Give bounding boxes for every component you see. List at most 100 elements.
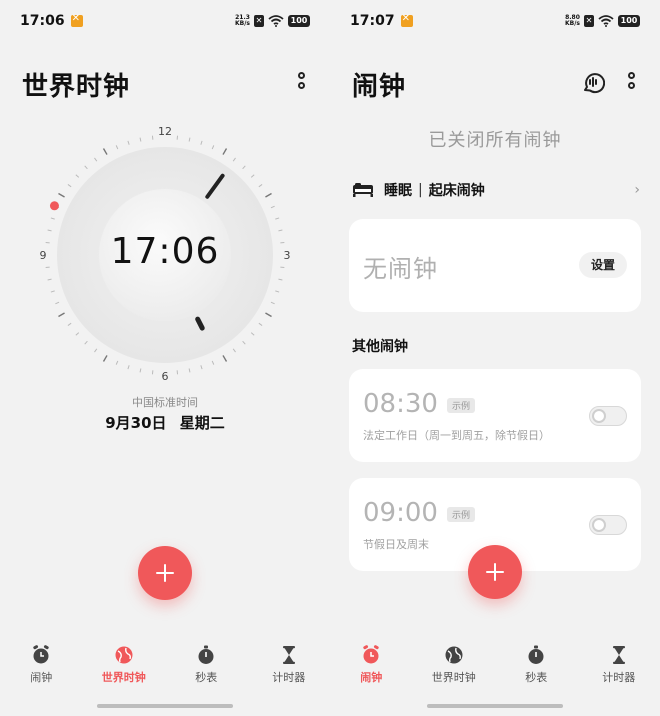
clock-tick [55,301,60,305]
set-alarm-button[interactable]: 设置 [579,252,627,278]
sample-tag: 示例 [447,507,476,522]
tab-stopwatch[interactable]: 秒表 [495,644,578,694]
tab-alarm[interactable]: 闹钟 [0,644,83,694]
clock-tick [84,165,88,170]
clock-tick [47,278,52,281]
clock-tick [222,355,228,362]
clock-tick [94,157,98,162]
clock-tick [222,148,228,155]
clock-tick [265,312,272,318]
clock-tick [211,360,215,365]
clock-tick [127,365,130,370]
home-indicator[interactable] [427,704,563,708]
clock-tick [115,145,119,150]
status-time: 17:06 [20,13,65,29]
alarm-time: 09:00 [363,498,438,528]
alarm-card[interactable]: 08:30 示例 法定工作日（周一到周五，除节假日） [349,369,641,462]
alarm-toggle[interactable] [589,406,627,426]
page-title: 闹钟 [352,72,407,102]
status-time: 17:07 [350,13,395,29]
net-speed: 8.80 KB/s [565,15,580,27]
tab-stopwatch[interactable]: 秒表 [165,644,248,694]
dial-label-12: 12 [158,125,172,138]
app-notification-icon [70,13,83,27]
hourglass-icon [612,646,625,664]
page-title: 世界时钟 [22,72,131,102]
clock-tick [115,360,119,365]
ringtone-icon[interactable] [581,70,605,94]
sample-tag: 示例 [447,398,476,413]
clock-tick [102,355,108,362]
clock-tick [50,290,55,293]
clock-tick [94,348,98,353]
globe-icon [115,646,133,664]
alarm-time: 08:30 [363,389,438,419]
clock-tick [200,365,203,370]
toggle-knob [592,518,606,532]
alarm-screen: 17:07 8.80 KB/s ✕ 100 闹钟 已关闭所有闹钟 [330,0,660,716]
tab-world-clock[interactable]: 世界时钟 [83,644,166,694]
date-label: 9月30日 星期二 [0,412,330,433]
bottom-tab-bar: 闹钟 世界时钟 秒表 计时器 [0,644,330,694]
tab-label: 秒表 [525,671,548,684]
alarm-repeat-desc: 节假日及周末 [363,538,429,551]
net-speed: 21.3 KB/s [235,15,250,27]
date-weekday: 星期二 [179,414,225,432]
clock-tick [75,174,80,178]
clock-tick [84,340,88,345]
clock-tick [188,368,191,373]
wake-alarm-label: 起床闹钟 [428,183,485,199]
battery-icon: 100 [618,15,640,27]
tab-world-clock[interactable]: 世界时钟 [413,644,496,694]
clock-tick [102,148,108,155]
status-bar: 17:06 21.3 KB/s ✕ 100 [20,10,310,32]
clock-tick [75,332,80,336]
tab-label: 世界时钟 [101,671,146,684]
bottom-tab-bar: 闹钟 世界时钟 秒表 计时器 [330,644,660,694]
clock-tick [275,217,280,220]
no-alarm-text: 无闹钟 [363,255,438,283]
clock-tick [258,322,263,326]
alarm-toggle[interactable] [589,515,627,535]
tab-label: 世界时钟 [431,671,476,684]
bed-icon [353,183,373,197]
clock-tick [211,145,215,150]
add-city-button[interactable] [138,546,192,600]
wifi-icon [598,15,614,27]
tab-label: 闹钟 [360,671,383,684]
timezone-label: 中国标准时间 [132,396,198,409]
tab-label: 计时器 [272,671,306,684]
wifi-icon [268,15,284,27]
clock-tick [232,348,236,353]
home-indicator[interactable] [97,704,233,708]
more-options-icon[interactable] [296,72,306,94]
clock-tick [50,217,55,220]
clock-tick [265,192,272,198]
clock-tick [232,157,236,162]
battery-icon: 100 [288,15,310,27]
clock-tick [275,290,280,293]
sleep-wake-row[interactable]: 睡眠 | 起床闹钟 › [352,178,640,202]
clock-tick [242,165,246,170]
clock-tick [200,140,203,145]
status-bar: 17:07 8.80 KB/s ✕ 100 [350,10,640,32]
world-clock-screen: 17:06 21.3 KB/s ✕ 100 世界时钟 [0,0,330,716]
tab-timer[interactable]: 计时器 [248,644,331,694]
tab-alarm[interactable]: 闹钟 [330,644,413,694]
net-speed-unit: KB/s [235,20,250,27]
clock-tick [139,137,142,142]
chevron-right-icon: › [634,182,640,198]
tab-timer[interactable]: 计时器 [578,644,660,694]
no-alarm-card: 无闹钟 设置 [349,219,641,312]
add-alarm-button[interactable] [468,545,522,599]
stopwatch-icon [528,645,544,664]
tab-label: 计时器 [602,671,636,684]
dial-label-6: 6 [162,370,169,383]
alarm-clock-icon [33,645,49,664]
sleep-separator: | [418,182,423,198]
clock-tick [250,174,255,178]
more-options-icon[interactable] [626,72,636,94]
net-speed-unit: KB/s [565,20,580,27]
globe-icon [445,646,463,664]
clock-tick [278,278,283,281]
